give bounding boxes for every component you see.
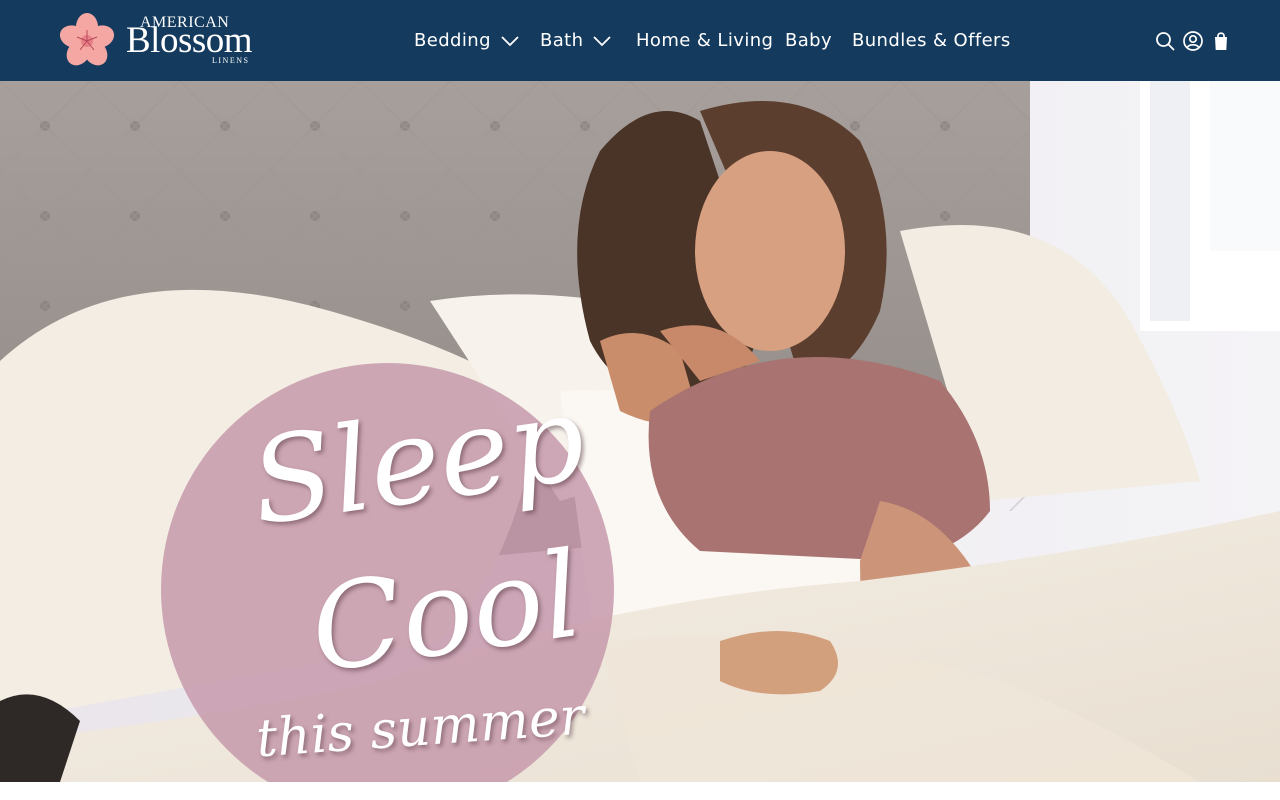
site-header: AMERICAN Blossom LINENS Bedding Bath Hom… <box>0 0 1280 81</box>
search-icon[interactable] <box>1154 30 1176 52</box>
nav-item-bath[interactable]: Bath <box>540 0 613 81</box>
hero-banner[interactable]: Sleep Cool this summer <box>0 81 1280 782</box>
brand-logo[interactable]: AMERICAN Blossom LINENS <box>60 13 260 69</box>
page-content-start <box>0 782 1280 800</box>
brand-line-3: LINENS <box>212 56 250 65</box>
hero-headline-line-1: Sleep <box>243 368 593 552</box>
account-icon[interactable] <box>1182 30 1204 52</box>
sleep-cool-badge: Sleep Cool this summer <box>161 363 614 782</box>
nav-item-bedding[interactable]: Bedding <box>414 0 521 81</box>
nav-label: Bath <box>540 30 584 51</box>
nav-item-bundles-offers[interactable]: Bundles & Offers <box>852 0 1011 81</box>
hero-subline: this summer <box>254 686 587 770</box>
nav-label: Home & Living <box>636 30 774 51</box>
nav-label: Baby <box>785 30 833 51</box>
nav-item-baby[interactable]: Baby <box>785 0 832 81</box>
chevron-down-icon <box>593 35 612 46</box>
brand-line-2: Blossom <box>126 20 253 61</box>
chevron-down-icon <box>501 35 519 46</box>
hero-headline-line-2: Cool <box>302 524 590 700</box>
nav-label: Bedding <box>414 30 491 51</box>
cart-icon[interactable] <box>1210 30 1232 52</box>
header-icons <box>1154 30 1234 52</box>
nav-label: Bundles & Offers <box>852 30 1011 51</box>
nav-item-home-living[interactable]: Home & Living <box>636 0 773 81</box>
cherry-blossom-icon <box>60 13 115 66</box>
